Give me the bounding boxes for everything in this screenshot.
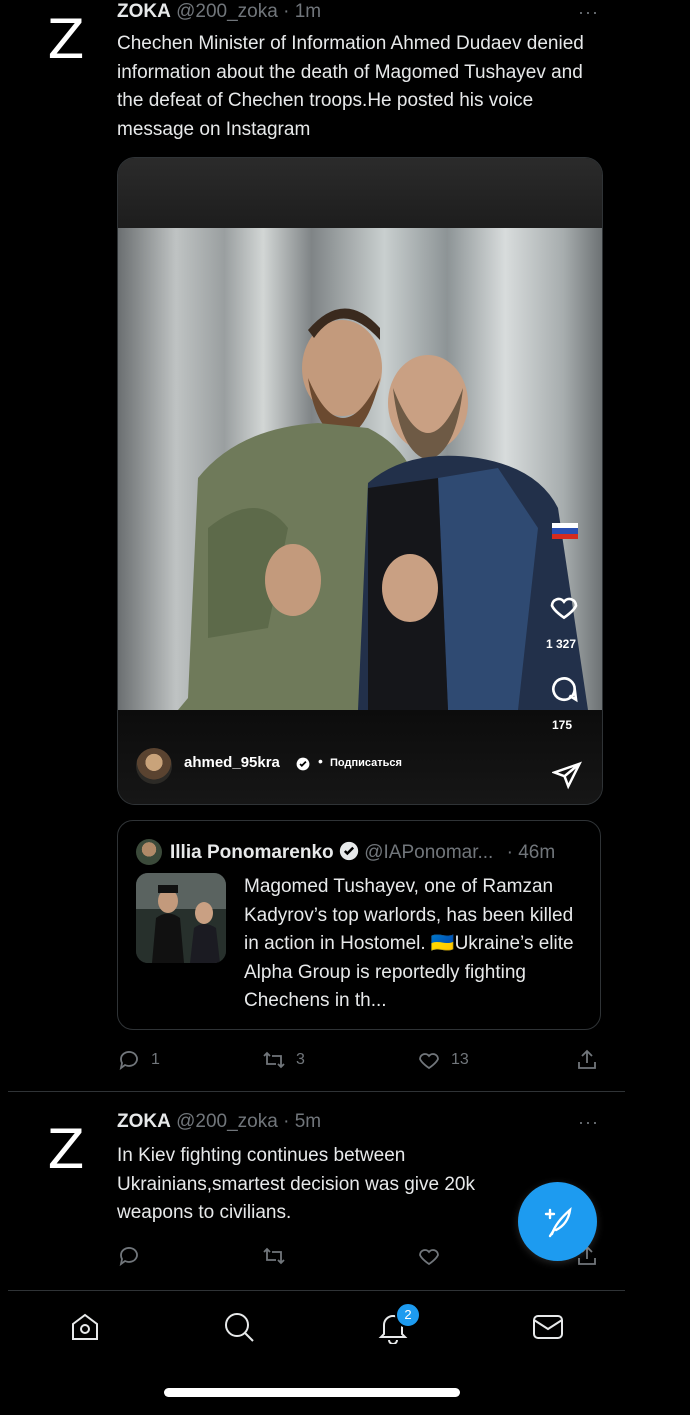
ig-username[interactable]: ahmed_95kra: [184, 754, 280, 771]
quoted-thumbnail[interactable]: [136, 873, 226, 963]
thumbnail-figures: [136, 873, 226, 963]
tweet-text: Chechen Minister of Information Ahmed Du…: [117, 33, 584, 140]
send-icon[interactable]: [552, 760, 582, 790]
retweet-count: 3: [296, 1051, 305, 1068]
nav-messages[interactable]: [531, 1310, 565, 1344]
search-icon: [225, 1313, 254, 1342]
zoka-avatar[interactable]: Z: [40, 13, 92, 67]
quoted-author-avatar[interactable]: [136, 839, 162, 865]
separator-dot: ·: [283, 1111, 290, 1132]
comment-bubble-icon[interactable]: [548, 673, 580, 705]
compose-feather-icon: [544, 1207, 572, 1238]
notifications-badge: 2: [395, 1302, 421, 1328]
tweet-time[interactable]: 1m: [295, 1, 321, 22]
quoted-tweet[interactable]: Illia Ponomarenko @IAPonomar... · 46m Ma…: [117, 820, 601, 1030]
photo-two-men-thumbs-up[interactable]: 1 327: [118, 228, 602, 710]
media-top-bar: [118, 158, 602, 228]
comment-count: 175: [552, 718, 573, 732]
nav-home[interactable]: [68, 1310, 102, 1344]
tweet-time[interactable]: 5m: [295, 1111, 321, 1132]
quoted-author-handle[interactable]: @IAPonomar...: [364, 842, 493, 863]
author-name[interactable]: ZOKA: [117, 1, 171, 22]
tweet-1[interactable]: Z ZOKA @200_zoka · 1m ··· Chechen Minist…: [0, 0, 625, 1090]
reply-button[interactable]: 1: [117, 1048, 160, 1072]
nav-search[interactable]: [222, 1310, 256, 1344]
follow-link[interactable]: Подписаться: [330, 757, 402, 769]
home-icon: [72, 1313, 98, 1340]
author-handle[interactable]: @200_zoka: [176, 1111, 278, 1132]
more-options-icon[interactable]: ···: [578, 2, 599, 23]
mail-icon: [533, 1315, 563, 1339]
separator-dot: •: [318, 753, 323, 769]
tweet-header: ZOKA @200_zoka · 1m: [117, 0, 321, 24]
quoted-text: Magomed Tushayev, one of Ramzan Kadyrov’…: [244, 876, 574, 1011]
retweet-icon: [263, 1247, 285, 1265]
tweet-actions: 1 3 13: [117, 1048, 607, 1074]
heart-icon: [419, 1053, 439, 1070]
instagram-footer: 175 ahmed_95kra • Подписаться: [118, 710, 602, 804]
tweet-divider: [8, 1091, 625, 1092]
reply-count: 1: [151, 1051, 160, 1068]
bottom-divider: [8, 1290, 625, 1291]
retweet-button[interactable]: 3: [262, 1048, 305, 1072]
like-count: 1 327: [546, 637, 577, 651]
zoka-avatar[interactable]: Z: [40, 1123, 92, 1177]
home-indicator[interactable]: [164, 1388, 460, 1397]
ig-user-avatar[interactable]: [136, 748, 172, 784]
photo-figures: [178, 308, 588, 710]
quoted-author-name[interactable]: Illia Ponomarenko: [170, 842, 334, 863]
more-options-icon[interactable]: ···: [578, 1112, 599, 1133]
separator-dot: ·: [283, 1, 290, 22]
retweet-button[interactable]: [262, 1244, 286, 1268]
heart-icon[interactable]: [548, 591, 580, 623]
verified-badge-icon: [339, 841, 359, 861]
instagram-video-media[interactable]: 1 327 175 ahmed_95kra • Подписаться: [117, 157, 603, 805]
reply-icon: [119, 1051, 138, 1071]
reply-button[interactable]: [117, 1244, 141, 1268]
like-count: 13: [451, 1051, 469, 1068]
like-button[interactable]: [417, 1244, 441, 1268]
compose-tweet-button[interactable]: [518, 1182, 597, 1261]
share-icon: [578, 1049, 596, 1069]
heart-icon: [419, 1249, 439, 1266]
author-name[interactable]: ZOKA: [117, 1111, 171, 1132]
share-button[interactable]: [575, 1048, 599, 1072]
tweet-header: ZOKA @200_zoka · 5m: [117, 1110, 321, 1134]
like-button[interactable]: 13: [417, 1048, 469, 1072]
tweet-text: In Kiev fighting continues between Ukrai…: [117, 1145, 475, 1223]
verified-badge-icon: [296, 757, 310, 771]
quoted-header: Illia Ponomarenko @IAPonomar... · 46m: [170, 841, 555, 864]
quoted-time[interactable]: · 46m: [507, 842, 556, 863]
retweet-icon: [263, 1051, 285, 1069]
reply-icon: [119, 1247, 138, 1267]
author-handle[interactable]: @200_zoka: [176, 1, 278, 22]
